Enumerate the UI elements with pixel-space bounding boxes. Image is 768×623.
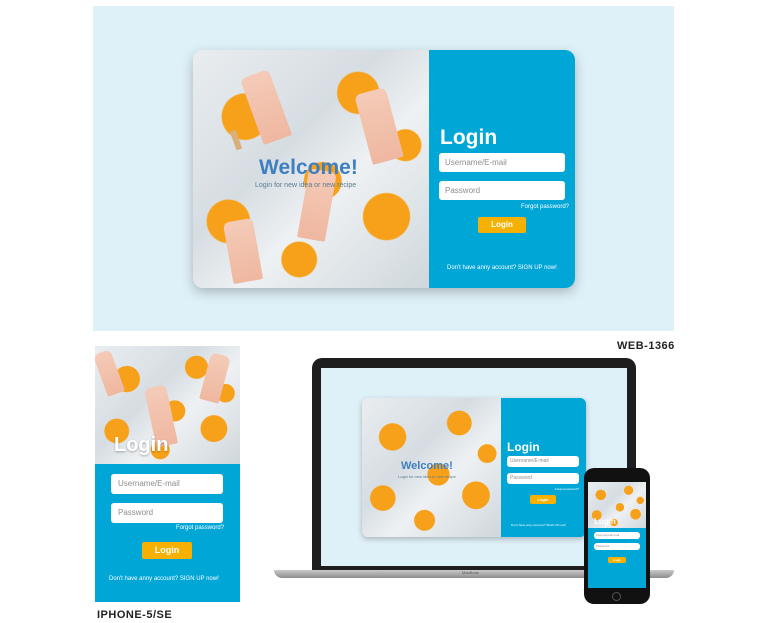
small-phone-username-input[interactable]: Username/E-mail: [594, 532, 640, 539]
laptop-login-panel: Login Username/E-mail Password Forgot pa…: [501, 398, 586, 537]
username-input[interactable]: Username/E-mail: [439, 153, 565, 172]
web-login-panel: Login Username/E-mail Password Forgot pa…: [429, 50, 575, 288]
welcome-subtitle: Login for new idea or new recipe: [255, 182, 357, 189]
web-login-card: Welcome! Login for new idea or new recip…: [193, 50, 575, 288]
password-input[interactable]: Password: [439, 181, 565, 200]
small-phone-home-button: [612, 592, 621, 601]
iphone-signup-link[interactable]: Don't have anny account? SIGN UP now!: [109, 576, 219, 582]
laptop-password-input[interactable]: Password: [507, 473, 579, 484]
signup-link[interactable]: Don't have anny account? SIGN UP now!: [447, 265, 557, 271]
web-hero-photo: Welcome! Login for new idea or new recip…: [193, 50, 429, 288]
iphone-login-button[interactable]: Login: [142, 542, 192, 559]
small-phone-screen: Login Username/E-mail Password Login: [588, 482, 646, 588]
iphone-username-input[interactable]: Username/E-mail: [111, 474, 223, 494]
login-button[interactable]: Login: [478, 217, 526, 233]
login-title: Login: [440, 126, 498, 149]
laptop-hero-photo: Welcome! Login for new idea or new recip…: [362, 398, 501, 537]
web-label: WEB-1366: [617, 340, 675, 352]
laptop-username-input[interactable]: Username/E-mail: [507, 456, 579, 467]
small-phone-mockup: Login Username/E-mail Password Login: [584, 468, 650, 604]
laptop-login-card: Welcome! Login for new idea or new recip…: [362, 398, 586, 537]
small-phone-password-input[interactable]: Password: [594, 543, 640, 550]
laptop-signup-link[interactable]: Don't have anny account? SIGN UP now!: [511, 523, 566, 527]
iphone-password-input[interactable]: Password: [111, 503, 223, 523]
laptop-login-title: Login: [507, 440, 540, 454]
small-phone-login-button[interactable]: Login: [608, 557, 626, 563]
laptop-forgot-link[interactable]: Forgot password?: [555, 487, 579, 491]
welcome-title: Welcome!: [259, 156, 358, 179]
laptop-welcome-title: Welcome!: [401, 460, 453, 472]
iphone-forgot-link[interactable]: Forgot password?: [176, 525, 224, 531]
laptop-brand: MacBook: [462, 570, 479, 575]
forgot-password-link[interactable]: Forgot password?: [521, 204, 569, 210]
small-phone-login-title: Login: [594, 517, 616, 526]
laptop-welcome-sub: Login for new idea or new recipe: [398, 474, 456, 479]
laptop-login-button[interactable]: Login: [530, 495, 556, 504]
iphone-label: IPHONE-5/SE: [97, 609, 173, 621]
iphone-mockup: Login Username/E-mail Password Forgot pa…: [95, 346, 240, 602]
iphone-login-title: Login: [114, 434, 169, 456]
